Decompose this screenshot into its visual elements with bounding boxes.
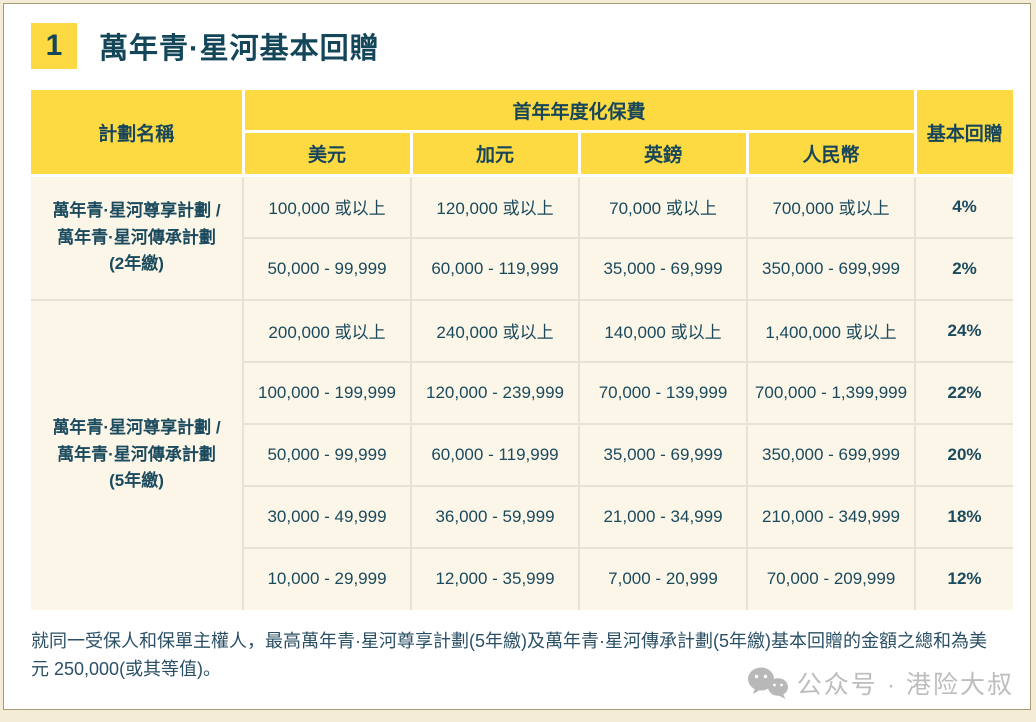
premium-gbp-cell: 140,000 或以上: [579, 299, 748, 363]
premium-usd-cell: 10,000 - 29,999: [243, 547, 412, 610]
section-number-badge: 1: [31, 23, 77, 69]
premium-cad-cell: 120,000 - 239,999: [411, 361, 580, 425]
rebate-percentage-cell: 20%: [915, 423, 1014, 487]
premium-usd-cell: 50,000 - 99,999: [243, 423, 412, 487]
premium-rmb-cell: 350,000 - 699,999: [747, 237, 917, 301]
rebate-percentage-cell: 24%: [915, 299, 1014, 363]
premium-cad-cell: 240,000 或以上: [411, 299, 580, 363]
premium-usd-cell: 200,000 或以上: [243, 299, 412, 363]
col-header-rmb: 人民幣: [747, 131, 917, 177]
plan-name-line: 萬年青·星河傳承計劃: [57, 227, 216, 247]
rebate-percentage-cell: 18%: [915, 485, 1014, 549]
premium-gbp-cell: 35,000 - 69,999: [579, 237, 748, 301]
table-row: 萬年青·星河尊享計劃 / 萬年青·星河傳承計劃 (5年繳) 200,000 或以…: [31, 299, 1014, 610]
rebate-percentage-cell: 12%: [915, 547, 1014, 610]
premium-usd-cell: 100,000 或以上: [243, 175, 412, 239]
table-row: 萬年青·星河尊享計劃 / 萬年青·星河傳承計劃 (2年繳) 100,000 或以…: [31, 175, 1014, 301]
premium-gbp-cell: 35,000 - 69,999: [579, 423, 748, 487]
premium-gbp-cell: 70,000 - 139,999: [579, 361, 748, 425]
plan-name-line: 萬年青·星河尊享計劃 /: [52, 418, 221, 438]
page-title: 萬年青·星河基本回贈: [99, 33, 380, 65]
premium-rmb-cell: 350,000 - 699,999: [747, 423, 917, 487]
col-header-usd: 美元: [243, 131, 413, 177]
premium-rmb-cell: 700,000 或以上: [747, 175, 917, 239]
footnote-text: 就同一受保人和保單主權人，最高萬年青·星河尊享計劃(5年繳)及萬年青·星河傳承計…: [31, 630, 987, 680]
plan-name-line: (2年繳): [109, 253, 164, 273]
plan-name-cell-5yr: 萬年青·星河尊享計劃 / 萬年青·星河傳承計劃 (5年繳): [31, 299, 244, 610]
premium-rmb-cell: 700,000 - 1,399,999: [747, 361, 917, 425]
premium-rmb-cell: 70,000 - 209,999: [747, 547, 917, 610]
plan-name-cell-2yr: 萬年青·星河尊享計劃 / 萬年青·星河傳承計劃 (2年繳): [31, 175, 244, 301]
rebate-table: 計劃名稱 首年年度化保費 基本回贈 美元 加元 英鎊 人民幣 萬年青·星河尊享計…: [31, 90, 1014, 610]
document-card: 1 萬年青·星河基本回贈 計劃名稱 首年年度化保費 基本回贈 美元 加元 英鎊 …: [3, 3, 1031, 710]
col-header-basic-rebate: 基本回贈: [915, 90, 1014, 177]
rebate-percentage-cell: 2%: [915, 237, 1014, 301]
section-title-row: 1 萬年青·星河基本回贈: [31, 23, 1030, 69]
premium-cad-cell: 12,000 - 35,999: [411, 547, 580, 610]
premium-rmb-cell: 1,400,000 或以上: [747, 299, 917, 363]
premium-cad-cell: 36,000 - 59,999: [411, 485, 580, 549]
col-header-gbp: 英鎊: [579, 131, 749, 177]
premium-gbp-cell: 70,000 或以上: [579, 175, 748, 239]
col-header-first-year-premium: 首年年度化保費: [243, 90, 917, 133]
premium-cad-cell: 60,000 - 119,999: [411, 423, 580, 487]
premium-gbp-cell: 7,000 - 20,999: [579, 547, 748, 610]
table-header-row-1: 計劃名稱 首年年度化保費 基本回贈: [31, 90, 1014, 177]
plan-name-line: (5年繳): [109, 471, 164, 491]
premium-usd-cell: 30,000 - 49,999: [243, 485, 412, 549]
plan-name-line: 萬年青·星河傳承計劃: [57, 444, 216, 464]
premium-gbp-cell: 21,000 - 34,999: [579, 485, 748, 549]
premium-rmb-cell: 210,000 - 349,999: [747, 485, 917, 549]
rebate-percentage-cell: 4%: [915, 175, 1014, 239]
premium-cad-cell: 120,000 或以上: [411, 175, 580, 239]
premium-cad-cell: 60,000 - 119,999: [411, 237, 580, 301]
plan-name-line: 萬年青·星河尊享計劃 /: [52, 201, 221, 221]
premium-usd-cell: 100,000 - 199,999: [243, 361, 412, 425]
premium-usd-cell: 50,000 - 99,999: [243, 237, 412, 301]
rebate-percentage-cell: 22%: [915, 361, 1014, 425]
col-header-plan-name: 計劃名稱: [31, 90, 245, 177]
col-header-cad: 加元: [411, 131, 581, 177]
